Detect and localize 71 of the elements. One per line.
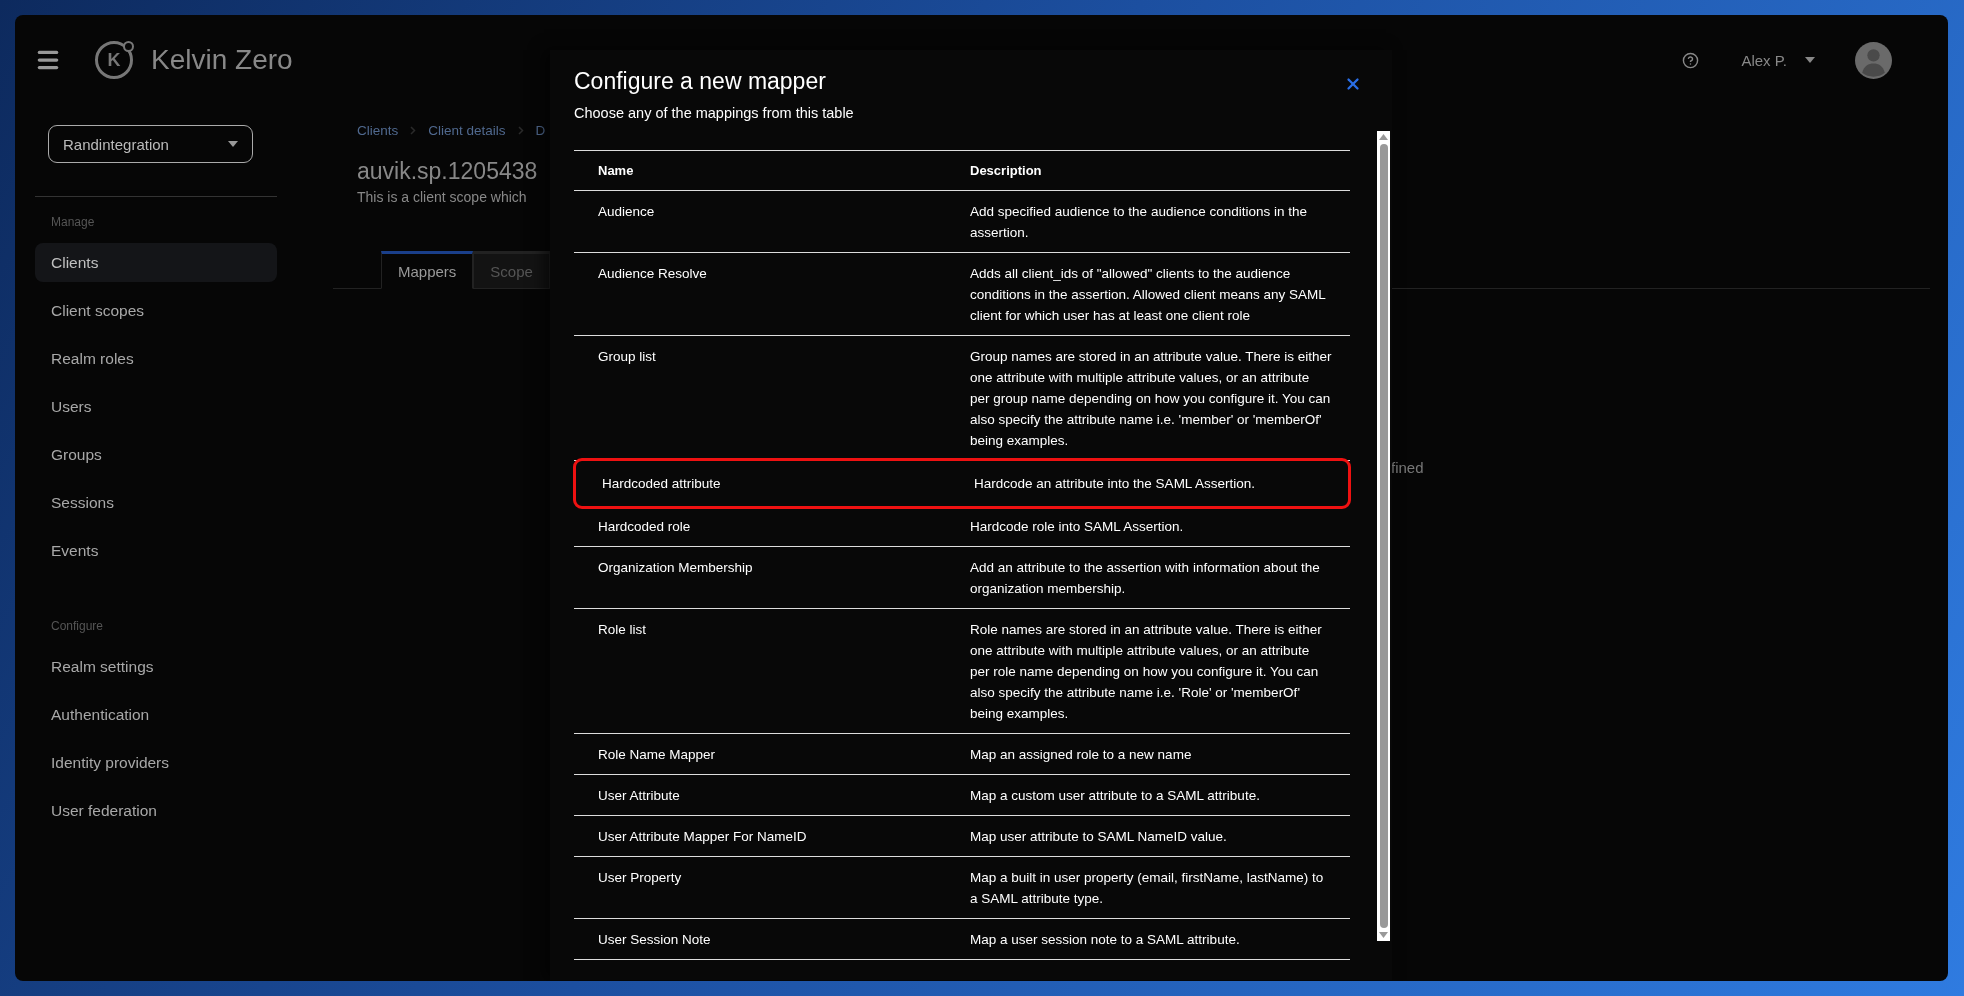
mapper-name: User Property bbox=[597, 869, 683, 887]
caret-icon bbox=[228, 141, 238, 147]
realm-dropdown[interactable]: Randintegration bbox=[48, 125, 253, 163]
scrollbar[interactable] bbox=[1377, 131, 1390, 941]
mapper-name: Audience Resolve bbox=[597, 265, 708, 283]
nav-item[interactable]: Realm roles bbox=[35, 339, 277, 378]
mapper-description: Map user attribute to SAML NameID value. bbox=[970, 828, 1228, 846]
section-label: Configure bbox=[50, 618, 105, 635]
mapper-row[interactable]: User Session Note Map a user session note to a SAML attribute. bbox=[574, 919, 1350, 960]
empty-state-text: fined bbox=[1390, 459, 1425, 476]
dialog-subtitle: Choose any of the mappings from this table bbox=[574, 105, 855, 121]
mapper-name: User Attribute bbox=[597, 787, 681, 805]
breadcrumb-link[interactable]: Clients bbox=[357, 122, 399, 138]
mapper-description: Group names are stored in an attribute value. There is either one attribute with multiple attribute values, or an attribute per group name depending on how you configure it. You can also specify the attribute name i.e. 'member' or 'memberOf' being examples. bbox=[970, 348, 1333, 450]
nav-item[interactable]: Events bbox=[35, 531, 277, 570]
scroll-up-arrow-icon[interactable] bbox=[1379, 134, 1388, 140]
mapper-row[interactable]: Audience Add specified audience to the audience conditions in the assertion. bbox=[574, 191, 1350, 253]
nav-item[interactable]: Sessions bbox=[35, 483, 277, 522]
mapper-description: Add specified audience to the audience conditions in the assertion. bbox=[970, 203, 1308, 242]
mapper-description: Map an assigned role to a new name bbox=[970, 746, 1193, 764]
mapper-description: Map a user session note to a SAML attribute. bbox=[970, 931, 1241, 949]
mapper-name: User Attribute Mapper For NameID bbox=[597, 828, 808, 846]
mapper-name: Role list bbox=[597, 621, 647, 639]
mapper-row[interactable]: Organization Membership Add an attribute to the assertion with information about the organization membership. bbox=[574, 547, 1350, 609]
dialog-title: Configure a new mapper bbox=[574, 68, 826, 95]
nav-item[interactable]: Client scopes bbox=[35, 291, 277, 330]
mapper-row[interactable]: User Attribute Mapper For NameID Map user attribute to SAML NameID value. bbox=[574, 816, 1350, 857]
mapper-description: Map a built in user property (email, firstName, lastName) to a SAML attribute type. bbox=[970, 869, 1325, 908]
mapper-row[interactable]: Hardcoded role Hardcode role into SAML Assertion. bbox=[574, 506, 1350, 547]
mapper-description: Add an attribute to the assertion with information about the organization membership. bbox=[970, 559, 1321, 598]
column-header: Description bbox=[970, 163, 1043, 178]
mapper-row[interactable]: Audience Resolve Adds all client_ids of "allowed" clients to the audience conditions in the assertion. Allowed client means any SAML client for which user has at least one client role bbox=[574, 253, 1350, 336]
nav-item[interactable]: User federation bbox=[35, 791, 277, 830]
nav-item[interactable]: Groups bbox=[35, 435, 277, 474]
close-button[interactable] bbox=[1344, 75, 1362, 93]
mapper-description: Role names are stored in an attribute value. There is either one attribute with multiple attribute values, or an attribute per role name depending on how you configure it. You can also specify the attribute name i.e. 'Role' or 'memberOf' being examples. bbox=[970, 621, 1323, 723]
breadcrumb-link[interactable]: Client details bbox=[428, 122, 506, 138]
mapper-row[interactable]: User Property Map a built in user property (email, firstName, lastName) to a SAML attribute type. bbox=[574, 857, 1350, 919]
nav-item[interactable]: Users bbox=[35, 387, 277, 426]
section-label: Manage bbox=[50, 214, 96, 231]
avatar-icon[interactable] bbox=[1855, 41, 1892, 79]
logo-icon: K bbox=[95, 41, 133, 79]
mapper-row[interactable]: Role Name Mapper Map an assigned role to a new name bbox=[574, 734, 1350, 775]
page-subtitle: This is a client scope which bbox=[356, 189, 527, 205]
tab[interactable]: Mappers bbox=[381, 251, 474, 289]
nav-item[interactable]: Identity providers bbox=[35, 743, 277, 782]
nav-item[interactable]: Authentication bbox=[35, 695, 277, 734]
help-icon[interactable] bbox=[1682, 51, 1700, 69]
scroll-down-arrow-icon[interactable] bbox=[1379, 932, 1388, 938]
mapper-name: Organization Membership bbox=[597, 559, 754, 577]
mapper-description: Hardcode an attribute into the SAML Assertion. bbox=[974, 475, 1256, 493]
page-title: auvik.sp.1205438 bbox=[356, 158, 538, 185]
column-header: Name bbox=[597, 163, 635, 178]
mapper-row[interactable]: User Attribute Map a custom user attribute to a SAML attribute. bbox=[574, 775, 1350, 816]
mapper-description: Hardcode role into SAML Assertion. bbox=[970, 518, 1185, 536]
mapper-name: Hardcoded role bbox=[597, 518, 692, 536]
chevron-icon bbox=[410, 125, 417, 135]
mapper-name: Group list bbox=[597, 348, 657, 366]
nav-item[interactable]: Realm settings bbox=[35, 647, 277, 686]
mapper-name: Hardcoded attribute bbox=[601, 475, 722, 493]
mapper-description: Map a custom user attribute to a SAML attribute. bbox=[970, 787, 1261, 805]
mapper-name: Role Name Mapper bbox=[597, 746, 717, 764]
highlighted-row[interactable]: Hardcoded attribute Hardcode an attribute into the SAML Assertion. bbox=[578, 463, 1346, 504]
mapper-name: Audience bbox=[597, 203, 656, 221]
mapper-name: User Session Note bbox=[597, 931, 712, 949]
chevron-icon bbox=[517, 125, 524, 135]
caret-icon bbox=[1805, 57, 1815, 63]
mapper-description: Adds all client_ids of "allowed" clients to the audience conditions in the assertion. Allowed client means any SAML client for which user has at least one client role bbox=[970, 265, 1327, 325]
nav-item[interactable]: Clients bbox=[35, 243, 277, 282]
user-menu[interactable]: Alex P. bbox=[1741, 51, 1815, 69]
brand-name: Kelvin Zero bbox=[151, 44, 293, 76]
